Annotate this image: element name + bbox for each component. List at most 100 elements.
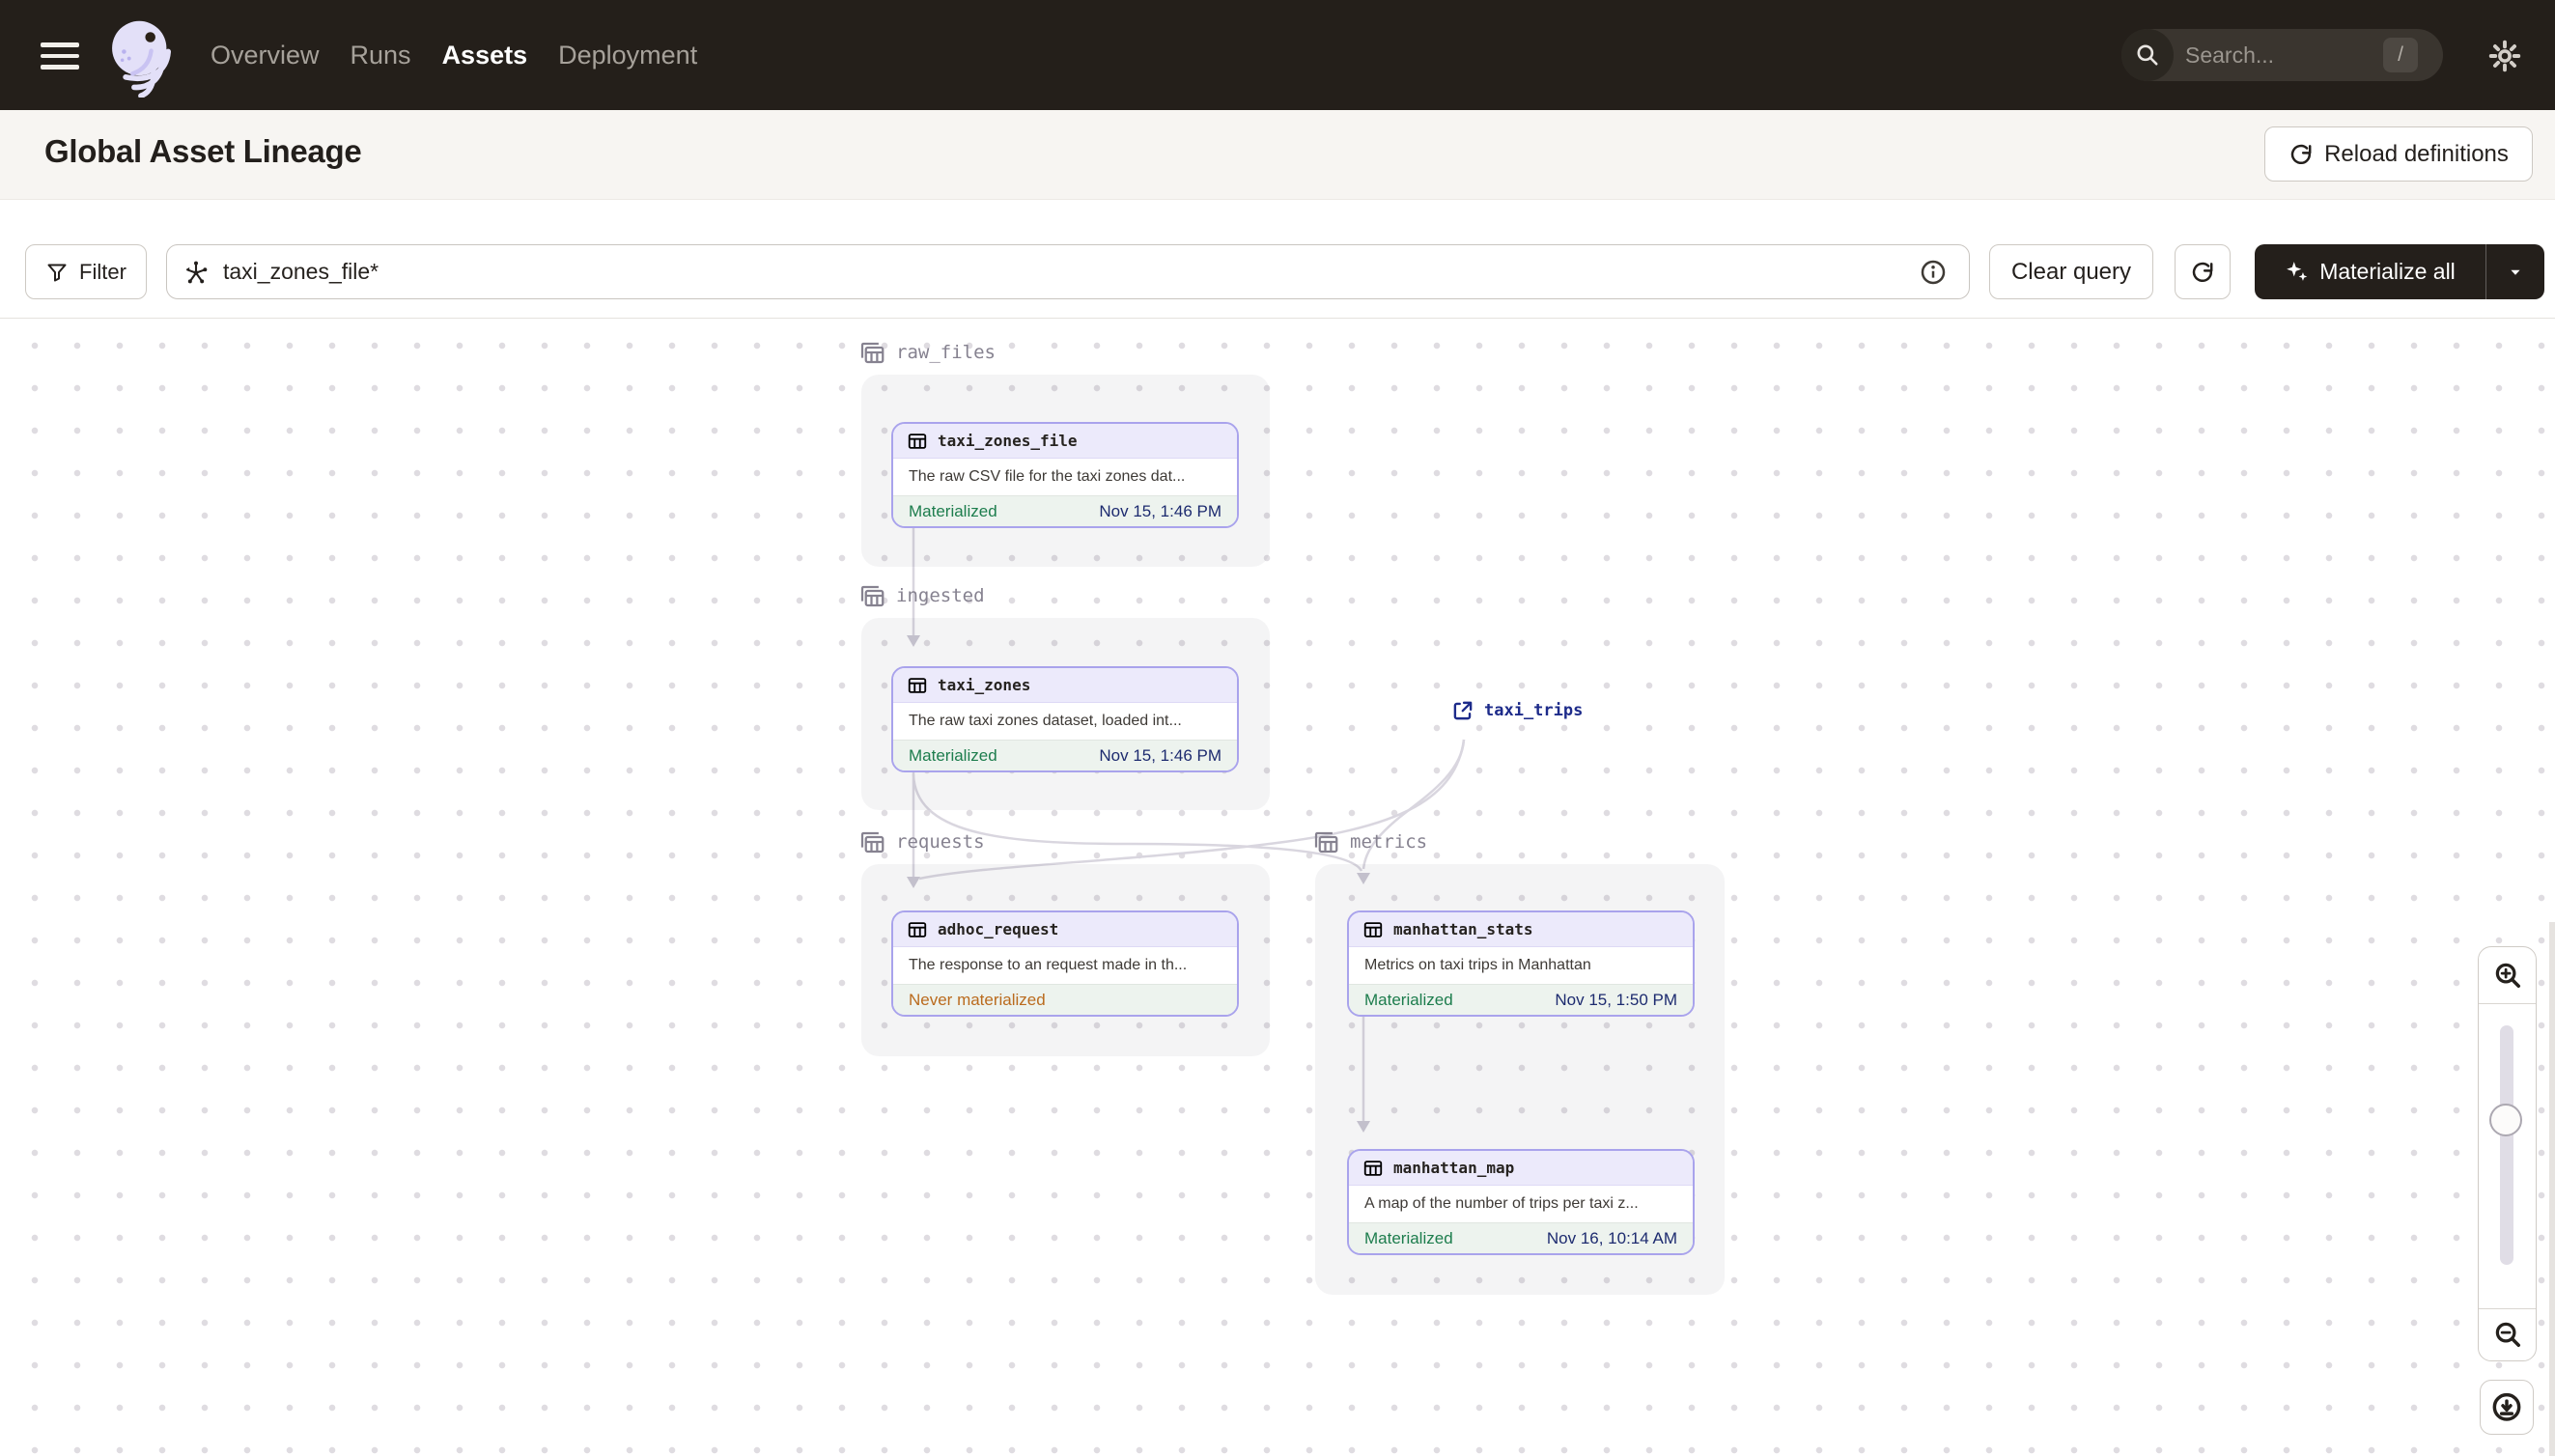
lineage-edges xyxy=(907,528,1466,1133)
asset-description: The response to an request made in th... xyxy=(909,957,1188,973)
search-shortcut-badge: / xyxy=(2383,38,2418,72)
clear-query-button[interactable]: Clear query xyxy=(1989,244,2153,299)
asset-node-manhattan-map[interactable]: manhattan_map A map of the number of tri… xyxy=(1347,1149,1695,1255)
external-link-icon xyxy=(1453,701,1473,720)
group-name: metrics xyxy=(1350,831,1428,853)
asset-name: adhoc_request xyxy=(938,920,1059,938)
scrollbar-track[interactable] xyxy=(2549,922,2555,1456)
table-stack-icon xyxy=(860,342,884,364)
group-label-metrics[interactable]: metrics xyxy=(1311,827,1427,856)
page-title: Global Asset Lineage xyxy=(44,133,362,169)
nav-item-assets[interactable]: Assets xyxy=(442,41,528,70)
search-input[interactable] xyxy=(2185,29,2369,81)
nav-item-overview[interactable]: Overview xyxy=(211,41,320,70)
chevron-down-icon xyxy=(2511,269,2520,275)
status-badge: Materialized xyxy=(909,501,997,520)
zoom-in-button[interactable] xyxy=(2479,947,2536,1003)
asset-status-bar: Materialized Nov 15, 1:46 PM xyxy=(893,495,1237,526)
table-stack-icon xyxy=(860,585,884,607)
asset-name: manhattan_map xyxy=(1393,1159,1515,1177)
nav-item-deployment[interactable]: Deployment xyxy=(558,41,697,70)
global-search[interactable]: / xyxy=(2121,29,2443,81)
asset-selection-input[interactable] xyxy=(223,245,1884,297)
menu-hamburger-icon[interactable] xyxy=(41,42,79,70)
materialize-all-main[interactable]: Materialize all xyxy=(2255,259,2485,285)
group-label-raw-files[interactable]: raw_files xyxy=(857,338,996,367)
lineage-canvas[interactable]: raw_files ingested requests metrics taxi… xyxy=(0,319,2555,1456)
materialization-timestamp: Nov 15, 1:46 PM xyxy=(1099,501,1221,520)
materialize-all-button[interactable]: Materialize all xyxy=(2255,244,2544,299)
asset-name: taxi_zones xyxy=(938,676,1031,694)
settings-gear-icon[interactable] xyxy=(2484,35,2526,77)
clear-query-label: Clear query xyxy=(2010,258,2132,285)
reload-definitions-label: Reload definitions xyxy=(2324,140,2509,167)
status-badge: Materialized xyxy=(909,745,997,765)
asset-node-adhoc-request[interactable]: adhoc_request The response to an request… xyxy=(891,910,1239,1017)
group-name: requests xyxy=(896,831,985,853)
reload-definitions-button[interactable]: Reload definitions xyxy=(2264,126,2533,182)
download-image-button[interactable] xyxy=(2480,1380,2534,1435)
asset-node-header[interactable]: taxi_zones_file xyxy=(893,424,1237,459)
materialize-options-caret[interactable] xyxy=(2486,262,2544,283)
group-label-ingested[interactable]: ingested xyxy=(857,581,985,610)
asset-node-header[interactable]: manhattan_map xyxy=(1349,1151,1693,1186)
group-name: ingested xyxy=(896,585,985,606)
zoom-slider-thumb[interactable] xyxy=(2489,1104,2522,1136)
asset-description: Metrics on taxi trips in Manhattan xyxy=(1364,957,1591,973)
asset-status-bar: Materialized Nov 15, 1:46 PM xyxy=(893,740,1237,770)
asset-node-header[interactable]: manhattan_stats xyxy=(1349,912,1693,947)
asset-description: The raw CSV file for the taxi zones dat.… xyxy=(909,468,1186,485)
external-asset-name: taxi_trips xyxy=(1484,701,1584,720)
table-icon xyxy=(908,921,927,938)
asset-description: The raw taxi zones dataset, loaded int..… xyxy=(909,713,1182,729)
asset-node-taxi-zones[interactable]: taxi_zones The raw taxi zones dataset, l… xyxy=(891,666,1239,772)
refresh-icon xyxy=(2290,144,2312,164)
materialization-timestamp: Nov 15, 1:46 PM xyxy=(1099,745,1221,765)
info-icon[interactable] xyxy=(1919,258,1948,287)
materialization-timestamp: Nov 15, 1:50 PM xyxy=(1555,990,1677,1009)
table-icon xyxy=(908,433,927,449)
asset-selection-input-wrap xyxy=(166,244,1970,299)
refresh-icon xyxy=(2192,262,2213,282)
status-badge: Never materialized xyxy=(909,990,1046,1009)
sparkles-icon xyxy=(2287,261,2308,281)
zoom-slider[interactable] xyxy=(2479,1003,2536,1308)
asset-status-bar: Materialized Nov 16, 10:14 AM xyxy=(1349,1222,1693,1253)
zoom-slider-track[interactable] xyxy=(2500,1025,2513,1265)
asset-node-header[interactable]: adhoc_request xyxy=(893,912,1237,947)
table-icon xyxy=(1363,921,1383,938)
asset-description: A map of the number of trips per taxi z.… xyxy=(1364,1195,1639,1212)
filter-button[interactable]: Filter xyxy=(25,244,147,299)
top-nav: Overview Runs Assets Deployment / xyxy=(0,0,2555,110)
asset-name: manhattan_stats xyxy=(1393,920,1533,938)
zoom-out-button[interactable] xyxy=(2479,1308,2536,1359)
table-stack-icon xyxy=(860,831,884,854)
filter-label: Filter xyxy=(79,259,126,284)
asset-node-header[interactable]: taxi_zones xyxy=(893,668,1237,703)
page-header: Global Asset Lineage Reload definitions xyxy=(0,110,2555,200)
group-name: raw_files xyxy=(896,342,996,363)
table-stack-icon xyxy=(1314,831,1338,854)
table-icon xyxy=(908,677,927,693)
main-nav: Overview Runs Assets Deployment xyxy=(211,0,697,110)
zoom-in-icon xyxy=(2495,963,2520,988)
status-badge: Materialized xyxy=(1364,990,1453,1009)
group-label-requests[interactable]: requests xyxy=(857,827,985,856)
asset-status-bar: Materialized Nov 15, 1:50 PM xyxy=(1349,984,1693,1015)
funnel-icon xyxy=(47,264,67,281)
materialize-all-label: Materialize all xyxy=(2319,259,2456,284)
materialization-timestamp: Nov 16, 10:14 AM xyxy=(1546,1228,1677,1247)
table-icon xyxy=(1363,1160,1383,1176)
op-selector-icon xyxy=(184,260,209,285)
external-asset-taxi-trips[interactable]: taxi_trips xyxy=(1450,698,1583,723)
asset-node-manhattan-stats[interactable]: manhattan_stats Metrics on taxi trips in… xyxy=(1347,910,1695,1017)
status-badge: Materialized xyxy=(1364,1228,1453,1247)
asset-name: taxi_zones_file xyxy=(938,432,1078,450)
dagster-logo[interactable] xyxy=(98,13,183,98)
asset-status-bar: Never materialized xyxy=(893,984,1237,1015)
nav-item-runs[interactable]: Runs xyxy=(351,41,411,70)
asset-node-taxi-zones-file[interactable]: taxi_zones_file The raw CSV file for the… xyxy=(891,422,1239,528)
download-circle-icon xyxy=(2492,1392,2521,1421)
zoom-out-icon xyxy=(2495,1322,2520,1347)
refresh-graph-button[interactable] xyxy=(2175,244,2231,299)
